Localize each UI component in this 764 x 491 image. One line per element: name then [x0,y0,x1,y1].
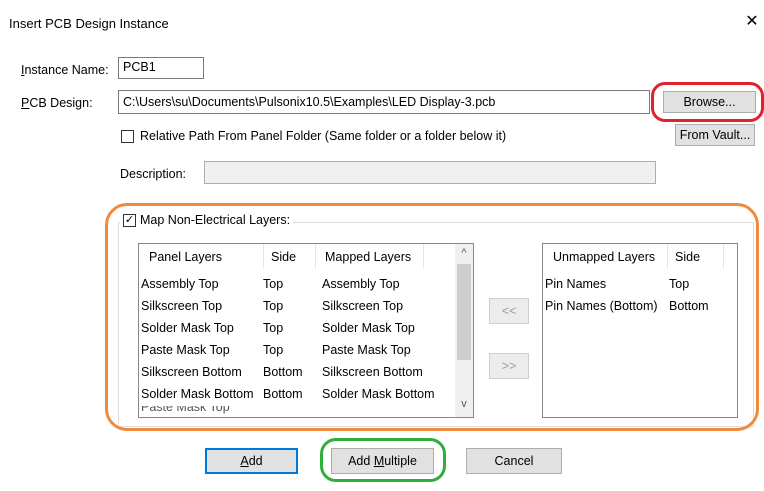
map-layers-highlight [105,203,759,431]
pcb-design-path-input[interactable]: C:\Users\su\Documents\Pulsonix10.5\Examp… [118,90,650,114]
instance-name-input[interactable]: PCB1 [118,57,204,79]
instance-name-label: Instance Name: [21,63,109,77]
add-multiple-highlight [320,438,446,482]
relative-path-checkbox[interactable] [121,130,134,143]
description-label: Description: [120,167,186,181]
pcb-design-label: PCB Design: [21,96,93,110]
cancel-button[interactable]: Cancel [466,448,562,474]
add-button[interactable]: Add [205,448,298,474]
description-input[interactable] [204,161,656,184]
browse-highlight [651,82,764,122]
close-icon[interactable]: ✕ [742,12,762,32]
dialog-title: Insert PCB Design Instance [9,16,169,31]
from-vault-button[interactable]: From Vault... [675,124,755,146]
relative-path-label: Relative Path From Panel Folder (Same fo… [140,129,507,143]
